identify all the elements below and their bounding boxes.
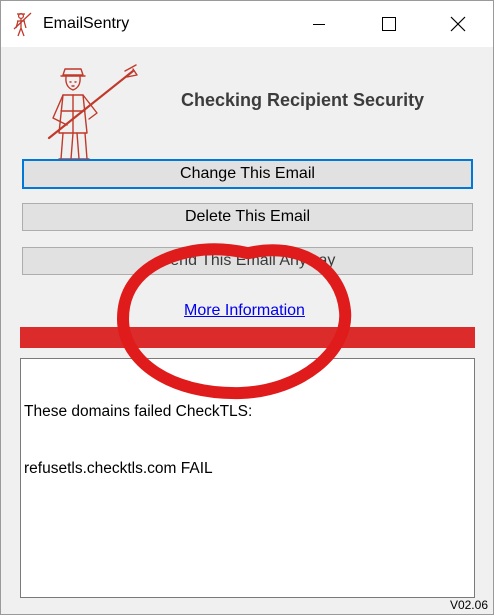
status-indicator-bar — [20, 327, 475, 348]
delete-email-button[interactable]: Delete This Email — [22, 203, 473, 231]
maximize-button[interactable] — [354, 1, 424, 47]
page-heading: Checking Recipient Security — [181, 90, 425, 110]
results-line: These domains failed CheckTLS: — [24, 403, 253, 420]
more-information-link[interactable]: More Information — [184, 302, 305, 320]
version-label: V02.06 — [449, 598, 488, 612]
window-title: EmailSentry — [43, 15, 130, 32]
close-icon — [450, 16, 466, 32]
minimize-button[interactable] — [284, 1, 354, 47]
send-anyway-button[interactable]: Send This Email Anyway — [22, 247, 473, 275]
change-email-button[interactable]: Change This Email — [22, 159, 473, 189]
results-textbox[interactable]: These domains failed CheckTLS: refusetls… — [20, 358, 475, 598]
results-line: refusetls.checktls.com FAIL — [24, 460, 213, 477]
soldier-logo-icon — [47, 64, 138, 160]
soldier-logo-icon — [13, 12, 32, 37]
close-button[interactable] — [423, 1, 493, 47]
email-sentry-window: EmailSentry Checking Recipient Security … — [0, 0, 494, 615]
minimize-icon — [313, 24, 325, 25]
maximize-icon — [382, 17, 396, 31]
title-bar[interactable]: EmailSentry — [1, 1, 493, 47]
